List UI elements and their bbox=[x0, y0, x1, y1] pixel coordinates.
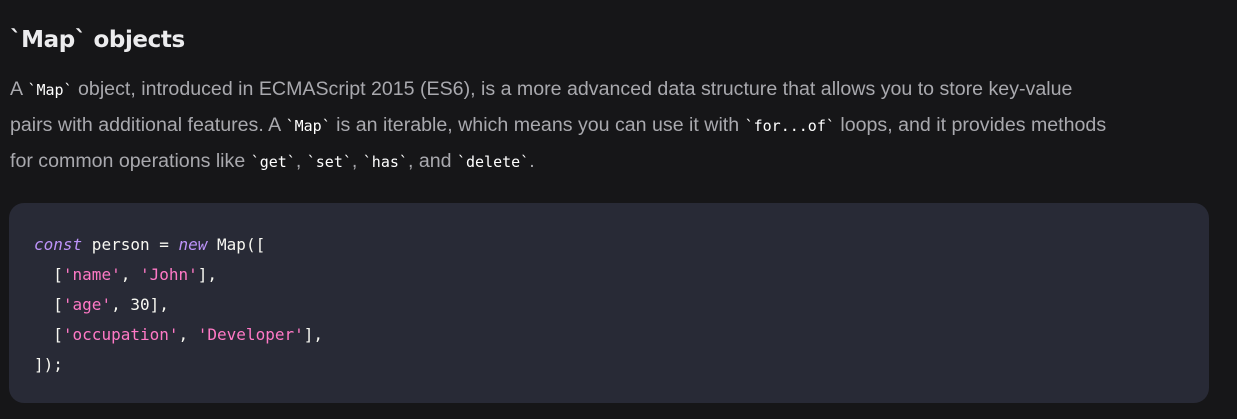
keyword-const: const bbox=[34, 235, 83, 254]
string-literal: 'name' bbox=[62, 265, 121, 284]
inline-code-for-of: `for...of` bbox=[744, 117, 835, 135]
string-literal: 'Developer' bbox=[197, 325, 304, 344]
code-text: ], bbox=[303, 325, 323, 344]
paragraph-line-3: for common operations like `get`, `set`,… bbox=[10, 144, 1230, 180]
code-text: , bbox=[120, 265, 140, 284]
code-line-3: ['age', 30], bbox=[34, 290, 1209, 320]
text-segment: , bbox=[295, 150, 307, 172]
code-text: person = bbox=[82, 235, 179, 254]
inline-code-map: `Map` bbox=[27, 81, 73, 99]
code-line-4: ['occupation', 'Developer'], bbox=[34, 320, 1209, 350]
code-line-5: ]); bbox=[34, 350, 1209, 380]
inline-code-get: `get` bbox=[250, 153, 296, 171]
intro-paragraph: A `Map` object, introduced in ECMAScript… bbox=[10, 72, 1230, 180]
code-text: , bbox=[178, 325, 198, 344]
code-line-1: const person = new Map([ bbox=[34, 230, 1209, 260]
text-segment: pairs with additional features. A bbox=[10, 114, 286, 136]
code-block[interactable]: const person = new Map([ ['name', 'John'… bbox=[9, 203, 1209, 403]
heading-text: objects bbox=[85, 27, 185, 53]
text-segment: loops, and it provides methods bbox=[834, 114, 1107, 136]
code-content[interactable]: const person = new Map([ ['name', 'John'… bbox=[34, 230, 1209, 380]
code-text: ], bbox=[197, 265, 218, 284]
code-text: [ bbox=[34, 325, 63, 344]
code-text: Map([ bbox=[207, 235, 266, 254]
text-segment: , bbox=[351, 150, 363, 172]
string-literal: 'occupation' bbox=[62, 325, 179, 344]
paragraph-line-2: pairs with additional features. A `Map` … bbox=[10, 108, 1230, 144]
text-segment: is an iterable, which means you can use … bbox=[330, 114, 745, 136]
section-heading: `Map` objects bbox=[10, 24, 185, 56]
keyword-new: new bbox=[178, 235, 208, 254]
text-segment: for common operations like bbox=[10, 150, 251, 172]
text-segment: object, introduced in ECMAScript 2015 (E… bbox=[72, 78, 1073, 100]
code-text: ]); bbox=[34, 355, 63, 374]
inline-code-set: `set` bbox=[306, 153, 352, 171]
text-segment: , and bbox=[407, 150, 457, 172]
paragraph-line-1: A `Map` object, introduced in ECMAScript… bbox=[10, 72, 1230, 108]
inline-code-map: `Map` bbox=[285, 117, 331, 135]
code-text: [ bbox=[34, 265, 63, 284]
inline-code-delete: `delete` bbox=[456, 153, 530, 171]
code-line-2: ['name', 'John'], bbox=[34, 260, 1209, 290]
code-text: , 30], bbox=[111, 295, 169, 314]
text-segment: . bbox=[529, 150, 535, 172]
string-literal: 'age' bbox=[62, 295, 112, 314]
string-literal: 'John' bbox=[139, 265, 198, 284]
heading-code-map: `Map` bbox=[10, 27, 86, 53]
inline-code-has: `has` bbox=[362, 153, 408, 171]
text-segment: A bbox=[10, 78, 28, 100]
code-text: [ bbox=[34, 295, 63, 314]
